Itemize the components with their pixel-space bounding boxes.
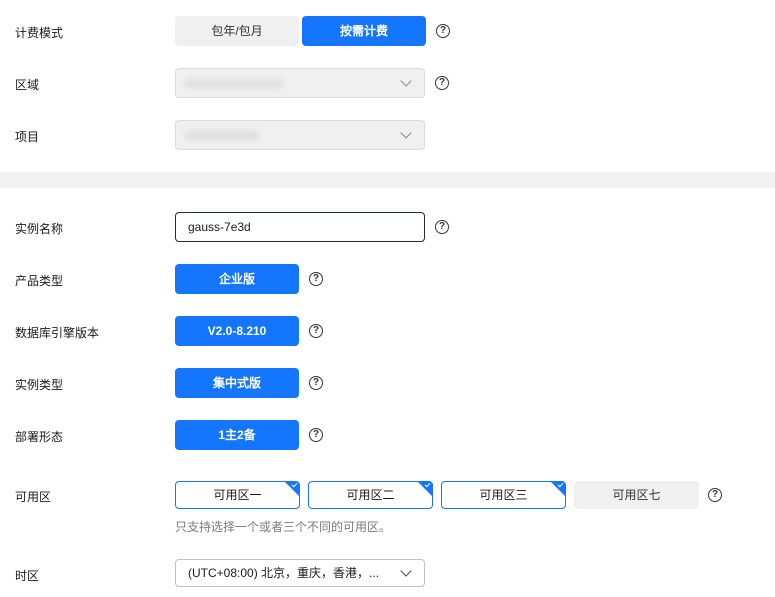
project-label: 项目	[15, 130, 40, 144]
billing-help-icon[interactable]: ?	[436, 24, 450, 38]
instance-type-centralized-button[interactable]: 集中式版	[175, 368, 299, 398]
region-select[interactable]	[175, 68, 425, 98]
deployment-1p2s-button[interactable]: 1主2备	[175, 420, 299, 450]
deployment-label: 部署形态	[15, 430, 64, 444]
deployment-help-icon[interactable]: ?	[309, 428, 323, 442]
project-value-blurred	[184, 130, 259, 141]
project-select[interactable]	[175, 120, 425, 150]
db-engine-version-button[interactable]: V2.0-8.210	[175, 316, 299, 346]
az-option-label: 可用区三	[479, 488, 528, 502]
db-engine-version-help-icon[interactable]: ?	[309, 324, 323, 338]
region-help-icon[interactable]: ?	[435, 76, 449, 90]
chevron-down-icon	[400, 127, 412, 139]
product-type-help-icon[interactable]: ?	[309, 272, 323, 286]
az-option-label: 可用区二	[346, 488, 395, 502]
az-option-label: 可用区一	[213, 488, 262, 502]
instance-name-input[interactable]: gauss-7e3d	[175, 212, 425, 242]
instance-type-help-icon[interactable]: ?	[309, 376, 323, 390]
billing-yearly-monthly-button[interactable]: 包年/包月	[175, 16, 299, 46]
billing-pay-per-use-button[interactable]: 按需计费	[302, 16, 426, 46]
az-option-label: 可用区七	[612, 488, 661, 502]
billing-mode-label: 计费模式	[15, 26, 64, 40]
instance-type-label: 实例类型	[15, 378, 64, 392]
az-option-2[interactable]: 可用区二	[308, 481, 433, 509]
az-help-icon[interactable]: ?	[708, 488, 722, 502]
az-option-1[interactable]: 可用区一	[175, 481, 300, 509]
instance-name-label: 实例名称	[15, 222, 64, 236]
chevron-down-icon	[400, 75, 412, 87]
az-hint-text: 只支持选择一个或者三个不同的可用区。	[175, 520, 392, 534]
timezone-value: (UTC+08:00) 北京，重庆，香港，...	[188, 566, 380, 580]
az-option-3[interactable]: 可用区三	[441, 481, 566, 509]
db-engine-version-label: 数据库引擎版本	[15, 326, 100, 340]
az-label: 可用区	[15, 490, 52, 504]
instance-name-help-icon[interactable]: ?	[435, 220, 449, 234]
timezone-label: 时区	[15, 569, 40, 583]
az-option-7[interactable]: 可用区七	[574, 481, 699, 509]
product-type-label: 产品类型	[15, 274, 64, 288]
chevron-down-icon	[400, 565, 412, 577]
product-type-enterprise-button[interactable]: 企业版	[175, 264, 299, 294]
region-value-blurred	[184, 78, 284, 89]
region-label: 区域	[15, 78, 40, 92]
timezone-select[interactable]: (UTC+08:00) 北京，重庆，香港，...	[175, 559, 425, 587]
section-divider	[0, 172, 775, 188]
